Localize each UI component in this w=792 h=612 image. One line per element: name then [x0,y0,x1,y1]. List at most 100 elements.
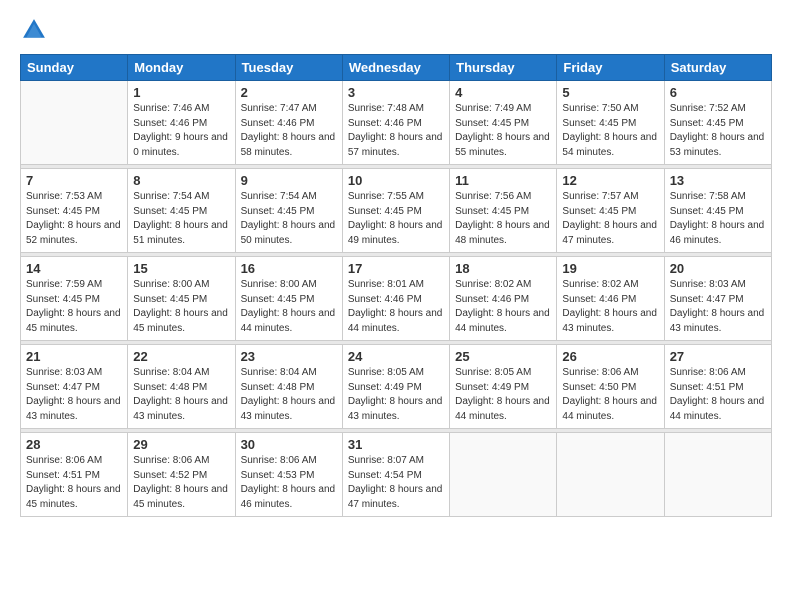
day-number: 6 [670,85,766,100]
weekday-header: Saturday [664,55,771,81]
weekday-header: Wednesday [342,55,449,81]
day-info: Sunrise: 7:59 AMSunset: 4:45 PMDaylight:… [26,278,122,336]
day-info: Sunrise: 7:49 AMSunset: 4:45 PMDaylight:… [455,102,551,160]
day-number: 8 [133,173,229,188]
day-info: Sunrise: 8:02 AMSunset: 4:46 PMDaylight:… [455,278,551,336]
day-info: Sunrise: 8:00 AMSunset: 4:45 PMDaylight:… [133,278,229,336]
day-info: Sunrise: 8:06 AMSunset: 4:51 PMDaylight:… [26,454,122,512]
calendar-day-cell: 3 Sunrise: 7:48 AMSunset: 4:46 PMDaylight… [342,81,449,165]
day-info: Sunrise: 7:58 AMSunset: 4:45 PMDaylight:… [670,190,766,248]
day-number: 24 [348,349,444,364]
day-info: Sunrise: 8:03 AMSunset: 4:47 PMDaylight:… [26,366,122,424]
calendar-day-cell: 25Sunrise: 8:05 AMSunset: 4:49 PMDayligh… [450,345,557,429]
calendar-day-cell: 29 Sunrise: 8:06 AMSunset: 4:52 PMDayligh… [128,433,235,517]
weekday-header: Tuesday [235,55,342,81]
calendar-day-cell [21,81,128,165]
day-number: 20 [670,261,766,276]
calendar-day-cell: 13 Sunrise: 7:58 AMSunset: 4:45 PMDayligh… [664,169,771,253]
day-number: 5 [562,85,658,100]
day-info: Sunrise: 8:06 AMSunset: 4:52 PMDaylight:… [133,454,229,512]
calendar-day-cell: 23 Sunrise: 8:04 AMSunset: 4:48 PMDayligh… [235,345,342,429]
calendar-day-cell: 4 Sunrise: 7:49 AMSunset: 4:45 PMDaylight… [450,81,557,165]
logo-icon [20,16,48,44]
day-info: Sunrise: 7:50 AMSunset: 4:45 PMDaylight:… [562,102,658,160]
day-number: 22 [133,349,229,364]
day-number: 16 [241,261,337,276]
day-info: Sunrise: 7:47 AMSunset: 4:46 PMDaylight:… [241,102,337,160]
day-number: 3 [348,85,444,100]
day-info: Sunrise: 7:54 AMSunset: 4:45 PMDaylight:… [241,190,337,248]
calendar-day-cell: 6 Sunrise: 7:52 AMSunset: 4:45 PMDaylight… [664,81,771,165]
calendar-day-cell: 14 Sunrise: 7:59 AMSunset: 4:45 PMDayligh… [21,257,128,341]
weekday-header: Monday [128,55,235,81]
day-info: Sunrise: 7:54 AMSunset: 4:45 PMDaylight:… [133,190,229,248]
day-number: 2 [241,85,337,100]
calendar-day-cell: 26 Sunrise: 8:06 AMSunset: 4:50 PMDayligh… [557,345,664,429]
calendar-day-cell: 10Sunrise: 7:55 AMSunset: 4:45 PMDayligh… [342,169,449,253]
calendar-week-row: 14 Sunrise: 7:59 AMSunset: 4:45 PMDayligh… [21,257,772,341]
day-number: 4 [455,85,551,100]
day-number: 12 [562,173,658,188]
calendar-day-cell: 18Sunrise: 8:02 AMSunset: 4:46 PMDayligh… [450,257,557,341]
calendar-day-cell: 27 Sunrise: 8:06 AMSunset: 4:51 PMDayligh… [664,345,771,429]
day-info: Sunrise: 8:03 AMSunset: 4:47 PMDaylight:… [670,278,766,336]
day-number: 9 [241,173,337,188]
calendar-week-row: 28Sunrise: 8:06 AMSunset: 4:51 PMDayligh… [21,433,772,517]
day-info: Sunrise: 7:53 AMSunset: 4:45 PMDaylight:… [26,190,122,248]
weekday-header-row: SundayMondayTuesdayWednesdayThursdayFrid… [21,55,772,81]
calendar-day-cell: 12 Sunrise: 7:57 AMSunset: 4:45 PMDayligh… [557,169,664,253]
calendar-day-cell: 11Sunrise: 7:56 AMSunset: 4:45 PMDayligh… [450,169,557,253]
day-number: 31 [348,437,444,452]
day-info: Sunrise: 7:46 AMSunset: 4:46 PMDaylight:… [133,102,229,160]
day-info: Sunrise: 7:52 AMSunset: 4:45 PMDaylight:… [670,102,766,160]
calendar-day-cell: 8 Sunrise: 7:54 AMSunset: 4:45 PMDaylight… [128,169,235,253]
day-info: Sunrise: 8:06 AMSunset: 4:51 PMDaylight:… [670,366,766,424]
day-number: 21 [26,349,122,364]
calendar-day-cell: 2 Sunrise: 7:47 AMSunset: 4:46 PMDaylight… [235,81,342,165]
header [20,16,772,44]
day-number: 30 [241,437,337,452]
day-info: Sunrise: 8:07 AMSunset: 4:54 PMDaylight:… [348,454,444,512]
day-info: Sunrise: 7:48 AMSunset: 4:46 PMDaylight:… [348,102,444,160]
day-number: 13 [670,173,766,188]
day-number: 17 [348,261,444,276]
calendar-day-cell: 1 Sunrise: 7:46 AMSunset: 4:46 PMDaylight… [128,81,235,165]
day-number: 11 [455,173,551,188]
day-number: 23 [241,349,337,364]
day-number: 15 [133,261,229,276]
calendar-day-cell: 19Sunrise: 8:02 AMSunset: 4:46 PMDayligh… [557,257,664,341]
day-number: 14 [26,261,122,276]
day-number: 1 [133,85,229,100]
logo [20,16,52,44]
calendar-day-cell: 30 Sunrise: 8:06 AMSunset: 4:53 PMDayligh… [235,433,342,517]
calendar-day-cell: 24 Sunrise: 8:05 AMSunset: 4:49 PMDayligh… [342,345,449,429]
calendar-week-row: 7 Sunrise: 7:53 AMSunset: 4:45 PMDaylight… [21,169,772,253]
day-info: Sunrise: 8:04 AMSunset: 4:48 PMDaylight:… [133,366,229,424]
day-number: 26 [562,349,658,364]
day-number: 27 [670,349,766,364]
weekday-header: Sunday [21,55,128,81]
calendar-day-cell: 21 Sunrise: 8:03 AMSunset: 4:47 PMDayligh… [21,345,128,429]
calendar-day-cell: 9 Sunrise: 7:54 AMSunset: 4:45 PMDaylight… [235,169,342,253]
calendar-day-cell: 15 Sunrise: 8:00 AMSunset: 4:45 PMDayligh… [128,257,235,341]
day-info: Sunrise: 7:57 AMSunset: 4:45 PMDaylight:… [562,190,658,248]
day-info: Sunrise: 8:04 AMSunset: 4:48 PMDaylight:… [241,366,337,424]
weekday-header: Thursday [450,55,557,81]
day-info: Sunrise: 8:00 AMSunset: 4:45 PMDaylight:… [241,278,337,336]
calendar-day-cell: 20 Sunrise: 8:03 AMSunset: 4:47 PMDayligh… [664,257,771,341]
calendar-day-cell: 17Sunrise: 8:01 AMSunset: 4:46 PMDayligh… [342,257,449,341]
calendar-day-cell: 31 Sunrise: 8:07 AMSunset: 4:54 PMDayligh… [342,433,449,517]
day-info: Sunrise: 8:05 AMSunset: 4:49 PMDaylight:… [348,366,444,424]
day-number: 10 [348,173,444,188]
calendar-day-cell [664,433,771,517]
calendar-day-cell: 22 Sunrise: 8:04 AMSunset: 4:48 PMDayligh… [128,345,235,429]
calendar-day-cell: 28Sunrise: 8:06 AMSunset: 4:51 PMDayligh… [21,433,128,517]
day-info: Sunrise: 8:02 AMSunset: 4:46 PMDaylight:… [562,278,658,336]
day-info: Sunrise: 8:06 AMSunset: 4:53 PMDaylight:… [241,454,337,512]
day-number: 29 [133,437,229,452]
weekday-header: Friday [557,55,664,81]
day-number: 7 [26,173,122,188]
calendar-week-row: 1 Sunrise: 7:46 AMSunset: 4:46 PMDaylight… [21,81,772,165]
calendar-day-cell: 5 Sunrise: 7:50 AMSunset: 4:45 PMDaylight… [557,81,664,165]
day-info: Sunrise: 8:06 AMSunset: 4:50 PMDaylight:… [562,366,658,424]
